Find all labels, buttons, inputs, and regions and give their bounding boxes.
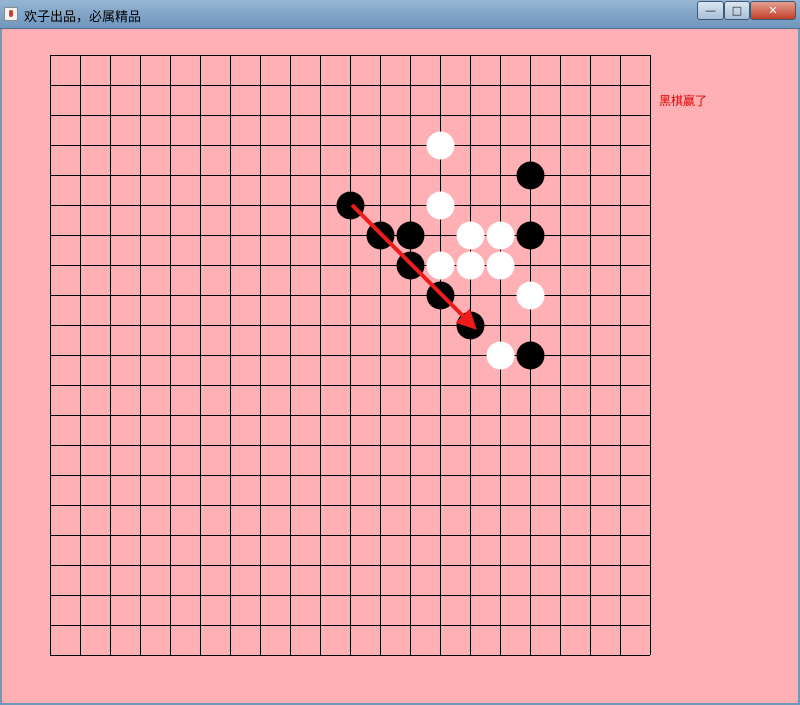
black-stone xyxy=(516,341,545,370)
game-status-message: 黑棋赢了 xyxy=(659,94,708,108)
black-stone xyxy=(516,161,545,190)
white-stone xyxy=(486,221,515,250)
white-stone xyxy=(456,251,485,280)
white-stone xyxy=(426,131,455,160)
black-stone xyxy=(516,221,545,250)
white-stone xyxy=(426,191,455,220)
white-stone xyxy=(486,251,515,280)
black-stone xyxy=(396,221,425,250)
white-stone xyxy=(516,281,545,310)
white-stone xyxy=(486,341,515,370)
board-grid xyxy=(50,55,651,656)
white-stone xyxy=(426,251,455,280)
white-stone xyxy=(456,221,485,250)
